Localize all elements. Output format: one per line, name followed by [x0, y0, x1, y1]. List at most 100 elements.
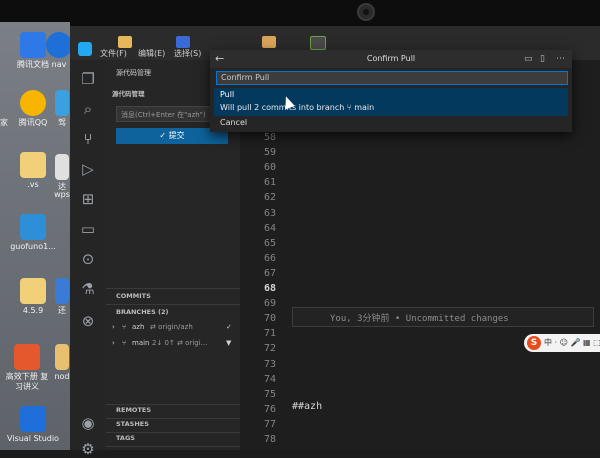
line-number: 71 [263, 328, 276, 340]
line-number: 59 [263, 147, 276, 159]
code-line-76[interactable]: ##azh [292, 401, 322, 412]
repo-section-header[interactable]: 源代码管理 [112, 88, 145, 98]
line-number: 70 [263, 313, 276, 325]
folder-icon [20, 152, 46, 178]
tags-header[interactable]: TAGS [116, 434, 135, 442]
line-number: 60 [263, 162, 276, 174]
explorer-icon[interactable]: ❐ [79, 70, 97, 88]
sogou-logo-icon: S [527, 336, 541, 350]
line-number: 76 [263, 403, 276, 415]
commits-header[interactable]: COMMITS [116, 292, 151, 300]
tencent-docs-icon [20, 32, 46, 58]
branch-name: azh [132, 323, 145, 331]
confirm-pull-quick-pick: Confirm Pull ← ▭ ▯ ⋯ Confirm Pull Pull W… [210, 50, 572, 132]
ime-status-text: 中 · ☺ 🎤 ▦ ⬚ [544, 338, 600, 347]
divider [106, 432, 240, 433]
checked-out-icon: ✓ [226, 323, 232, 331]
taskbar-folder-icon [262, 36, 276, 48]
qq-penguin-icon [20, 90, 46, 116]
chevron-right-icon: › [112, 339, 115, 347]
vscode-logo-icon [78, 42, 92, 56]
gitlens-icon[interactable]: ⊙ [79, 250, 97, 268]
ime-toolbar[interactable]: S中 · ☺ 🎤 ▦ ⬚ [524, 334, 600, 352]
extensions-icon[interactable]: ⊞ [79, 190, 97, 208]
window-more-icon[interactable]: ⋯ [556, 50, 565, 68]
branch-tracking: 2↓ 0↑ ⇄ origi... [152, 339, 208, 347]
webcam [357, 3, 375, 21]
line-number: 69 [263, 298, 276, 310]
line-number: 65 [263, 237, 276, 249]
file-icon [55, 154, 69, 180]
window-minimize-icon[interactable]: ▭ [524, 50, 533, 68]
menu-file[interactable]: 文件(F) [100, 48, 127, 59]
testing-icon[interactable]: ⚗ [79, 280, 97, 298]
quick-pick-input[interactable]: Confirm Pull [216, 71, 568, 85]
live-share-icon[interactable]: ⊗ [79, 312, 97, 330]
remote-explorer-icon[interactable]: ▭ [79, 220, 97, 238]
pull-option-detail: Will pull 2 commits into branch ⑂ main [220, 103, 375, 112]
divider [106, 446, 240, 447]
app-icon [55, 278, 69, 304]
branch-icon: ⑂ [122, 339, 127, 347]
menu-edit[interactable]: 编辑(E) [138, 48, 165, 59]
taskbar-app-icon [310, 36, 326, 50]
line-number: 64 [263, 222, 276, 234]
line-number: 74 [263, 373, 276, 385]
git-blame-annotation: You, 3分钟前 • Uncommitted changes [330, 314, 509, 324]
divider [106, 404, 240, 405]
line-number: 58 [263, 132, 276, 143]
line-number: 73 [263, 358, 276, 370]
line-number: 68 [263, 283, 276, 294]
branch-name: main [132, 339, 150, 347]
divider [106, 418, 240, 419]
line-number: 63 [263, 207, 276, 219]
search-icon[interactable]: ⌕ [79, 100, 97, 118]
line-number: 67 [263, 267, 276, 279]
line-number: 62 [263, 192, 276, 204]
app-icon [55, 90, 69, 116]
desktop-icon-review-notes[interactable]: 高效下册 复习讲义 [2, 344, 52, 392]
line-number: 75 [263, 388, 276, 400]
source-control-icon[interactable]: ⑂ [79, 130, 97, 148]
line-number: 72 [263, 343, 276, 355]
zip-file-icon [20, 278, 46, 304]
taskbar-folder-icon [118, 36, 132, 48]
branch-row-main[interactable]: › ⑂ main 2↓ 0↑ ⇄ origi... ▼ [112, 338, 238, 350]
branches-header[interactable]: BRANCHES (2) [116, 308, 169, 316]
desktop-icon-guofuno[interactable]: guofuno1... [4, 214, 62, 252]
branch-icon: ⑂ [122, 323, 127, 331]
cancel-option[interactable]: Cancel [220, 118, 247, 127]
branch-row-azh[interactable]: › ⑂ azh ⇄ origin/azh ✓ [112, 322, 238, 334]
line-number: 77 [263, 418, 276, 430]
account-icon[interactable]: ◉ [79, 414, 97, 432]
pull-option[interactable]: Pull Will pull 2 commits into branch ⑂ m… [214, 88, 568, 116]
settings-gear-icon[interactable]: ⚙ [79, 440, 97, 458]
line-number: 66 [263, 252, 276, 264]
computer-icon [20, 214, 46, 240]
branch-marker-icon: ▼ [226, 339, 232, 347]
remotes-header[interactable]: REMOTES [116, 406, 151, 414]
screen-bezel [0, 0, 600, 26]
line-number: 78 [263, 434, 276, 445]
vscode-icon [20, 406, 46, 432]
desktop-icon-visual-studio[interactable]: Visual Studio [4, 406, 62, 444]
taskbar-app-icon [176, 36, 190, 48]
wps-doc-icon [14, 344, 40, 370]
divider [106, 288, 240, 289]
back-arrow-icon[interactable]: ← [215, 50, 224, 68]
stashes-header[interactable]: STASHES [116, 420, 149, 428]
window-split-icon[interactable]: ▯ [540, 50, 545, 68]
desktop: 腾讯文档 nav 家 腾讯QQ 驾 .vs 达 wps guofuno1... … [0, 22, 72, 450]
sidebar-title: 源代码管理 [116, 69, 151, 77]
nav-icon [46, 32, 72, 58]
divider [106, 304, 240, 305]
folder-icon [55, 344, 69, 370]
menu-selection[interactable]: 选择(S) [174, 48, 201, 59]
pull-option-title: Pull [220, 90, 235, 99]
quick-pick-title: Confirm Pull [210, 50, 572, 68]
activity-bar: ❐ ⌕ ⑂ ▷ ⊞ ▭ ⊙ ⚗ ⊗ ◉ ⚙ [70, 60, 106, 458]
run-debug-icon[interactable]: ▷ [79, 160, 97, 178]
line-number: 61 [263, 177, 276, 189]
branch-tracking: ⇄ origin/azh [150, 323, 193, 331]
chevron-right-icon: › [112, 323, 115, 331]
